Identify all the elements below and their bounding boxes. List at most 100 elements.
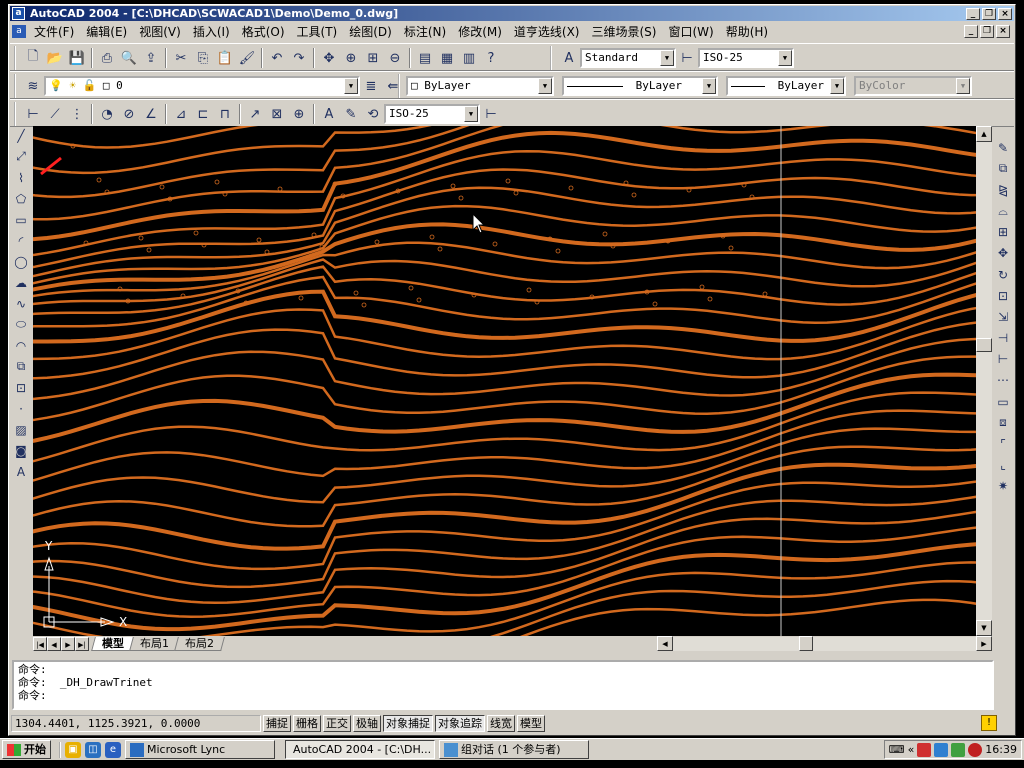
menu-edit[interactable]: 编辑(E) — [80, 23, 133, 41]
scroll-thumb[interactable] — [976, 338, 992, 352]
dim-update-icon[interactable]: ⟲ — [362, 103, 384, 125]
chevron-down-icon[interactable]: ▼ — [702, 78, 716, 94]
tab-model[interactable]: 模型 — [91, 637, 135, 651]
continue-dim-icon[interactable]: ⊓ — [214, 103, 236, 125]
doc-restore-button[interactable]: ❐ — [980, 25, 994, 38]
construction-line-icon[interactable]: ⤢ — [11, 146, 31, 167]
radius-dim-icon[interactable]: ◔ — [96, 103, 118, 125]
menu-file[interactable]: 文件(F) — [28, 23, 80, 41]
first-tab-icon[interactable]: |◀ — [33, 637, 47, 651]
communication-center-icon[interactable]: ! — [981, 715, 997, 731]
vertical-scrollbar[interactable]: ▲ ▼ — [976, 126, 992, 636]
prev-tab-icon[interactable]: ◀ — [47, 637, 61, 651]
title-bar[interactable]: a AutoCAD 2004 - [C:\DHCAD\SCWACAD1\Demo… — [10, 6, 1014, 21]
close-button[interactable]: × — [998, 8, 1012, 20]
last-tab-icon[interactable]: ▶| — [75, 637, 89, 651]
chevron-down-icon[interactable]: ▼ — [344, 78, 358, 94]
tool-palettes-icon[interactable]: ▥ — [458, 47, 480, 69]
menu-route-selection[interactable]: 道亨选线(X) — [508, 23, 586, 41]
copy-object-icon[interactable]: ⧉ — [993, 158, 1013, 179]
redo-icon[interactable]: ↷ — [288, 47, 310, 69]
publish-icon[interactable]: ⇪ — [140, 47, 162, 69]
center-mark-icon[interactable]: ⊕ — [288, 103, 310, 125]
baseline-dim-icon[interactable]: ⊏ — [192, 103, 214, 125]
taskbar-item-lync[interactable]: Microsoft Lync — [125, 740, 275, 759]
erase-icon[interactable]: ✎ — [993, 137, 1013, 158]
help-icon[interactable]: ? — [480, 47, 502, 69]
internet-explorer-icon[interactable]: e — [105, 741, 121, 758]
text-style-combo[interactable]: Standard ▼ — [580, 48, 676, 68]
new-icon[interactable]: 🗋 — [22, 47, 44, 69]
polyline-icon[interactable]: ⌇ — [11, 167, 31, 188]
toggle-lineweight[interactable]: 线宽 — [487, 714, 515, 732]
undo-icon[interactable]: ↶ — [266, 47, 288, 69]
design-center-icon[interactable]: ▦ — [436, 47, 458, 69]
menu-format[interactable]: 格式(O) — [236, 23, 291, 41]
chevron-down-icon[interactable]: ▼ — [660, 50, 674, 66]
linear-dim-icon[interactable]: ⊢ — [22, 103, 44, 125]
print-preview-icon[interactable]: 🔍 — [118, 47, 140, 69]
extend-icon[interactable]: ⊢ — [993, 349, 1013, 370]
next-tab-icon[interactable]: ▶ — [61, 637, 75, 651]
rectangle-icon[interactable]: ▭ — [11, 209, 31, 230]
tray-lync-status-icon[interactable] — [951, 742, 966, 757]
insert-block-icon[interactable]: ⧉ — [11, 356, 31, 377]
tab-layout2[interactable]: 布局2 — [174, 637, 225, 651]
make-block-icon[interactable]: ⊡ — [11, 377, 31, 398]
dim-text-edit-icon[interactable]: ✎ — [340, 103, 362, 125]
chamfer-icon[interactable]: ⌜ — [993, 433, 1013, 454]
stretch-icon[interactable]: ⇲ — [993, 306, 1013, 327]
toggle-model[interactable]: 模型 — [517, 714, 545, 732]
zoom-previous-icon[interactable]: ⊖ — [384, 47, 406, 69]
line-icon[interactable]: ╱ — [11, 125, 31, 146]
aligned-dim-icon[interactable]: ⟋ — [44, 103, 66, 125]
angular-dim-icon[interactable]: ∠ — [140, 103, 162, 125]
dim-style-combo[interactable]: ISO-25 ▼ — [698, 48, 794, 68]
fillet-icon[interactable]: ⌞ — [993, 455, 1013, 476]
menu-draw[interactable]: 绘图(D) — [343, 23, 398, 41]
hatch-icon[interactable]: ▨ — [11, 419, 31, 440]
h-scroll-thumb[interactable] — [799, 636, 813, 651]
folder-icon[interactable]: ▣ — [65, 741, 81, 758]
start-button[interactable]: 开始 — [2, 740, 51, 759]
open-icon[interactable]: 📂 — [44, 47, 66, 69]
tray-network-icon[interactable] — [934, 742, 949, 757]
menu-3d-scene[interactable]: 三维场景(S) — [586, 23, 663, 41]
layer-combo[interactable]: 💡 ☀ 🔓 □ 0 ▼ — [44, 76, 360, 96]
menu-tools[interactable]: 工具(T) — [291, 23, 344, 41]
menu-help[interactable]: 帮助(H) — [720, 23, 774, 41]
join-icon[interactable]: ⧈ — [993, 412, 1013, 433]
desktop-icon[interactable]: ◫ — [85, 741, 101, 758]
autocad-app-icon[interactable]: a — [12, 7, 25, 20]
scroll-down-icon[interactable]: ▼ — [976, 620, 992, 636]
leader-icon[interactable]: ↗ — [244, 103, 266, 125]
revision-cloud-icon[interactable]: ☁ — [11, 272, 31, 293]
arc-icon[interactable]: ◜ — [11, 230, 31, 251]
minimize-button[interactable]: _ — [966, 8, 980, 20]
scale-icon[interactable]: ⊡ — [993, 285, 1013, 306]
break-at-point-icon[interactable]: ⋯ — [993, 370, 1013, 391]
save-icon[interactable]: 💾 — [66, 47, 88, 69]
multiline-text-icon[interactable]: A — [11, 461, 31, 482]
taskbar-item-autocad[interactable]: AutoCAD 2004 - [C:\DH... — [285, 740, 435, 759]
mirror-icon[interactable]: ⧎ — [993, 179, 1013, 200]
drawing-canvas[interactable]: XY — [33, 126, 976, 636]
dim-style-icon[interactable]: ⊢ — [676, 47, 698, 69]
maximize-button[interactable]: ❐ — [982, 8, 996, 20]
ellipse-icon[interactable]: ⬭ — [11, 314, 31, 335]
toggle-snap[interactable]: 捕捉 — [263, 714, 291, 732]
tray-keyboard-icon[interactable]: ⌨ — [889, 743, 905, 756]
menu-view[interactable]: 视图(V) — [133, 23, 187, 41]
text-style-icon[interactable]: A — [558, 47, 580, 69]
layer-manager-icon[interactable]: ≋ — [22, 75, 44, 97]
properties-icon[interactable]: ▤ — [414, 47, 436, 69]
chevron-down-icon[interactable]: ▼ — [464, 106, 478, 122]
coordinates-readout[interactable]: 1304.4401, 1125.3921, 0.0000 — [11, 714, 261, 732]
tab-layout1[interactable]: 布局1 — [129, 637, 180, 651]
scroll-right-icon[interactable]: ▶ — [976, 636, 992, 651]
tolerance-icon[interactable]: ⊠ — [266, 103, 288, 125]
lineweight-combo[interactable]: ByLayer ▼ — [726, 76, 846, 96]
array-icon[interactable]: ⊞ — [993, 222, 1013, 243]
horizontal-scrollbar[interactable]: ◀ ▶ — [657, 636, 992, 651]
zoom-window-icon[interactable]: ⊞ — [362, 47, 384, 69]
